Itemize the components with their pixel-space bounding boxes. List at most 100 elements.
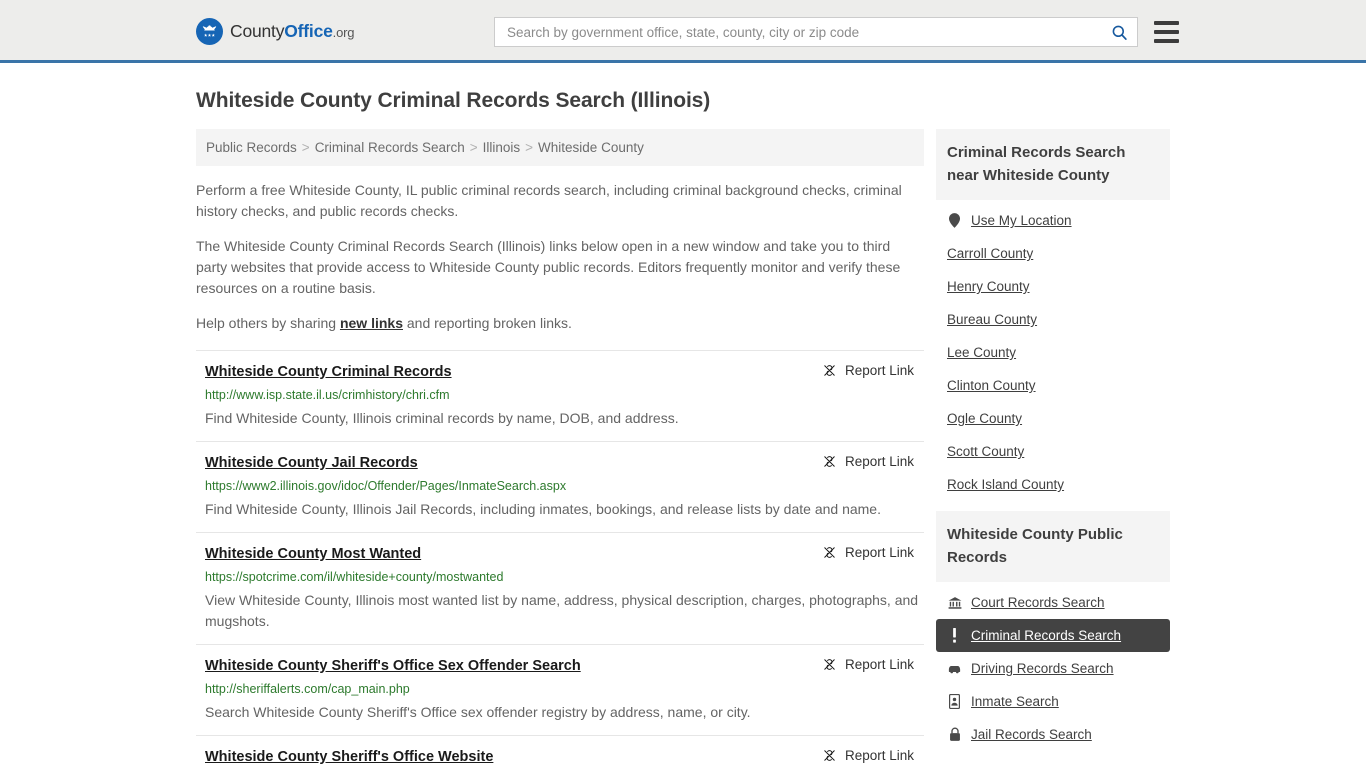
content-columns: Public Records > Criminal Records Search > I… (196, 129, 1170, 768)
report-link-label: Report Link (844, 363, 914, 378)
logo-text-office: Office (284, 21, 333, 41)
sidebar-card-public-records: Whiteside County Public Records Court Re… (936, 511, 1170, 751)
search-button[interactable] (1108, 23, 1131, 42)
sidebar-item-driving-records-search[interactable]: Driving Records Search (936, 652, 1170, 685)
broken-link-icon (824, 456, 835, 467)
result-url[interactable]: https://www2.illinois.gov/idoc/Offender/… (205, 479, 924, 494)
broken-link-icon (824, 365, 835, 376)
breadcrumb-item-public-records[interactable]: Public Records (206, 140, 297, 155)
sidebar-link-label[interactable]: Driving Records Search (971, 661, 1114, 676)
broken-link-icon (824, 750, 835, 761)
report-link-button[interactable]: Report Link (822, 454, 924, 469)
new-links-link[interactable]: new links (340, 315, 403, 331)
report-link-label: Report Link (844, 657, 914, 672)
exclamation-icon (947, 628, 962, 643)
intro-paragraph-2: The Whiteside County Criminal Records Se… (196, 238, 901, 296)
breadcrumb-separator: > (469, 140, 478, 155)
result-header: Whiteside County Sheriff's Office Websit… (205, 748, 924, 766)
sidebar-card-nearby: Criminal Records Search near Whiteside C… (936, 129, 1170, 501)
page-title: Whiteside County Criminal Records Search… (196, 89, 711, 112)
report-link-button[interactable]: Report Link (822, 748, 924, 763)
sidebar-item-use-my-location[interactable]: Use My Location (936, 204, 1170, 237)
result-title-link[interactable]: Whiteside County Most Wanted (205, 545, 421, 563)
sidebar-item-carroll-county[interactable]: Carroll County (936, 237, 1170, 270)
sidebar-item-bureau-county[interactable]: Bureau County (936, 303, 1170, 336)
main-content: Public Records > Criminal Records Search > I… (196, 129, 924, 768)
sidebar-link-label[interactable]: Ogle County (947, 411, 1022, 426)
result-header: Whiteside County Most Wanted Report Link (205, 545, 924, 563)
search-box[interactable] (494, 17, 1138, 47)
sidebar-link-label[interactable]: Carroll County (947, 246, 1033, 261)
map-pin-icon (947, 213, 962, 228)
sidebar-link-label[interactable]: Court Records Search (971, 595, 1105, 610)
sidebar-item-rock-island-county[interactable]: Rock Island County (936, 468, 1170, 501)
report-link-button[interactable]: Report Link (822, 545, 924, 560)
intro-p3-before: Help others by sharing (196, 315, 340, 331)
result-title-link[interactable]: Whiteside County Jail Records (205, 454, 418, 472)
sidebar-item-henry-county[interactable]: Henry County (936, 270, 1170, 303)
breadcrumb-separator: > (525, 140, 534, 155)
intro-paragraph-3: Help others by sharing new links and rep… (196, 313, 924, 334)
breadcrumb-item-criminal-records-search[interactable]: Criminal Records Search (315, 140, 465, 155)
sidebar-link-label[interactable]: Scott County (947, 444, 1024, 459)
sidebar-item-scott-county[interactable]: Scott County (936, 435, 1170, 468)
sidebar-link-label[interactable]: Rock Island County (947, 477, 1064, 492)
result-header: Whiteside County Jail Records Report Lin… (205, 454, 924, 472)
result-description: Search Whiteside County Sheriff's Office… (205, 704, 751, 720)
lock-icon (947, 727, 962, 742)
result-url[interactable]: https://spotcrime.com/il/whiteside+count… (205, 570, 924, 585)
sidebar-link-label[interactable]: Use My Location (971, 213, 1072, 228)
sidebar-link-label[interactable]: Bureau County (947, 312, 1037, 327)
site-logo[interactable]: CountyOffice.org (196, 18, 354, 45)
result-title-link[interactable]: Whiteside County Sheriff's Office Sex Of… (205, 657, 581, 675)
result-url[interactable]: http://sheriffalerts.com/cap_main.php (205, 682, 924, 697)
logo-text-org: .org (332, 25, 355, 40)
sidebar-item-inmate-search[interactable]: Inmate Search (936, 685, 1170, 718)
search-icon (1112, 25, 1127, 40)
report-link-label: Report Link (844, 545, 914, 560)
result-header: Whiteside County Sheriff's Office Sex Of… (205, 657, 924, 675)
sidebar-public-records-list: Court Records Search Criminal Records Se… (936, 582, 1170, 751)
intro-paragraph-1: Perform a free Whiteside County, IL publ… (196, 182, 902, 219)
result-description: Find Whiteside County, Illinois criminal… (205, 410, 679, 426)
hamburger-bar (1154, 30, 1179, 34)
intro-p3-after: and reporting broken links. (403, 315, 572, 331)
sidebar-item-criminal-records-search[interactable]: Criminal Records Search (936, 619, 1170, 652)
car-icon (947, 663, 962, 674)
logo-text-county: County (230, 21, 285, 41)
sidebar-link-label[interactable]: Lee County (947, 345, 1016, 360)
report-link-button[interactable]: Report Link (822, 363, 924, 378)
sidebar-item-court-records-search[interactable]: Court Records Search (936, 586, 1170, 619)
eagle-seal-icon (196, 18, 223, 45)
report-link-button[interactable]: Report Link (822, 657, 924, 672)
search-input[interactable] (505, 23, 1108, 41)
sidebar-link-label[interactable]: Inmate Search (971, 694, 1059, 709)
result-description: Find Whiteside County, Illinois Jail Rec… (205, 501, 881, 517)
result-header: Whiteside County Criminal Records Report… (205, 363, 924, 381)
sidebar-link-label[interactable]: Henry County (947, 279, 1030, 294)
breadcrumb-item-illinois[interactable]: Illinois (483, 140, 521, 155)
result-title-link[interactable]: Whiteside County Criminal Records (205, 363, 452, 381)
report-link-label: Report Link (844, 748, 914, 763)
sidebar-item-clinton-county[interactable]: Clinton County (936, 369, 1170, 402)
result-item: Whiteside County Most Wanted Report Link… (196, 532, 924, 644)
breadcrumb: Public Records > Criminal Records Search > I… (196, 129, 924, 166)
sidebar-nearby-heading: Criminal Records Search near Whiteside C… (936, 129, 1170, 200)
hamburger-menu-icon[interactable] (1154, 21, 1179, 43)
sidebar-link-label[interactable]: Criminal Records Search (971, 628, 1121, 643)
sidebar-link-label[interactable]: Clinton County (947, 378, 1036, 393)
sidebar-item-ogle-county[interactable]: Ogle County (936, 402, 1170, 435)
result-item: Whiteside County Criminal Records Report… (196, 350, 924, 441)
sidebar-link-label[interactable]: Jail Records Search (971, 727, 1092, 742)
result-title-link[interactable]: Whiteside County Sheriff's Office Websit… (205, 748, 493, 766)
breadcrumb-separator: > (301, 140, 310, 155)
breadcrumb-item-whiteside-county[interactable]: Whiteside County (538, 140, 644, 155)
broken-link-icon (824, 547, 835, 558)
logo-wordmark: CountyOffice.org (230, 21, 354, 42)
sidebar-item-lee-county[interactable]: Lee County (936, 336, 1170, 369)
sidebar-item-jail-records-search[interactable]: Jail Records Search (936, 718, 1170, 751)
result-description: View Whiteside County, Illinois most wan… (205, 592, 919, 629)
site-header: CountyOffice.org (0, 0, 1366, 63)
result-item: Whiteside County Sheriff's Office Sex Of… (196, 644, 924, 735)
result-url[interactable]: http://www.isp.state.il.us/crimhistory/c… (205, 388, 924, 403)
